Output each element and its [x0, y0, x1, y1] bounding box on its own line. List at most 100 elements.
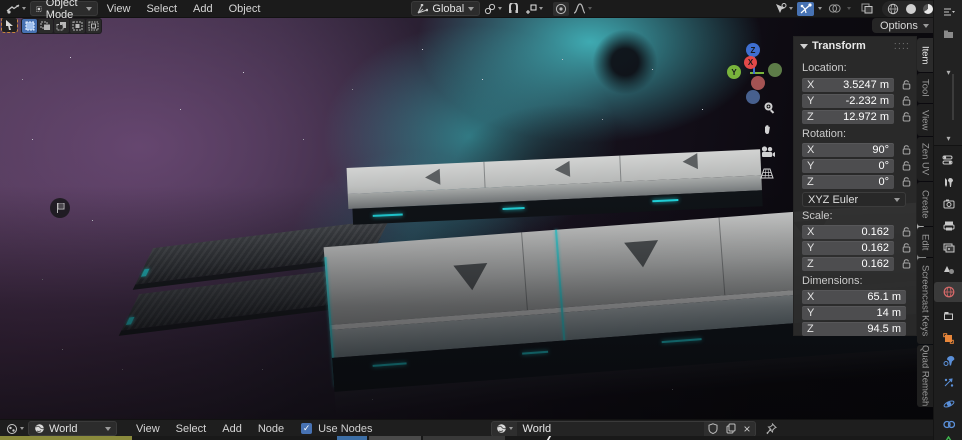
object-visibility-dropdown[interactable] — [772, 2, 795, 16]
shader-editor-type-button[interactable] — [4, 422, 26, 436]
gizmo-x-neg-ball[interactable] — [751, 76, 765, 90]
tab-tool[interactable]: Tool — [917, 73, 933, 103]
outliner-filter-dropdown[interactable] — [934, 2, 962, 22]
rotation-mode-dropdown[interactable]: XYZ Euler — [802, 192, 906, 207]
select-mode-subtract[interactable] — [54, 19, 69, 33]
tab-zen-uv[interactable]: Zen UV — [917, 137, 933, 181]
collapse-chevron-icon[interactable] — [800, 43, 808, 49]
camera-view-button[interactable] — [758, 143, 776, 161]
overlays-dropdown[interactable] — [845, 2, 853, 16]
properties-tab-object-icon[interactable] — [934, 328, 962, 348]
dimensions-z-field[interactable]: Z94.5 m — [802, 322, 906, 336]
shader-menu-view[interactable]: View — [129, 422, 167, 436]
dimensions-x-field[interactable]: X65.1 m — [802, 290, 906, 304]
active-tool-tweak[interactable] — [2, 18, 17, 32]
show-gizmo-toggle[interactable] — [797, 2, 814, 16]
outliner-expand-arrow[interactable]: ▾ — [934, 62, 962, 82]
rotation-y-field[interactable]: Y0° — [802, 159, 894, 173]
select-mode-intersect[interactable] — [86, 19, 101, 33]
menu-add[interactable]: Add — [186, 2, 220, 16]
pan-hand-button[interactable] — [759, 120, 777, 138]
shader-menu-node[interactable]: Node — [251, 422, 291, 436]
select-mode-extend[interactable] — [38, 19, 53, 33]
shader-menu-add[interactable]: Add — [215, 422, 249, 436]
gizmo-y-neg-ball[interactable] — [768, 63, 782, 77]
lock-icon[interactable] — [902, 112, 911, 122]
pin-icon[interactable] — [764, 422, 779, 436]
ortho-grid-button[interactable] — [758, 164, 776, 182]
shader-menu-select[interactable]: Select — [169, 422, 214, 436]
scale-z-field[interactable]: Z0.162 — [802, 257, 894, 271]
mode-dropdown[interactable]: Object Mode — [30, 1, 98, 16]
rotation-x-field[interactable]: X90° — [802, 143, 894, 157]
properties-tab-physics-icon[interactable] — [934, 394, 962, 414]
properties-tab-data-icon[interactable] — [934, 430, 962, 440]
scale-x-field[interactable]: X0.162 — [802, 225, 894, 239]
tab-view[interactable]: View — [917, 104, 933, 136]
lock-icon[interactable] — [902, 227, 911, 237]
use-nodes-checkbox[interactable]: ✓ — [301, 423, 312, 434]
tab-quad-remesh[interactable]: Quad Remesh — [917, 345, 933, 407]
properties-tab-world-icon[interactable] — [934, 282, 962, 302]
proportional-editing-icon[interactable] — [553, 2, 569, 16]
menu-object[interactable]: Object — [222, 2, 268, 16]
lock-icon[interactable] — [902, 80, 911, 90]
outliner-collection-icon[interactable] — [934, 24, 962, 44]
shading-solid-button[interactable] — [904, 2, 918, 16]
properties-tab-scene-icon[interactable] — [934, 260, 962, 280]
tab-screencast-keys[interactable]: Screencast Keys — [917, 258, 933, 344]
zoom-button[interactable] — [760, 98, 778, 116]
location-x-field[interactable]: X3.5247 m — [802, 78, 894, 92]
rotation-z-field[interactable]: Z0° — [802, 175, 894, 189]
unlink-button[interactable]: × — [740, 422, 755, 436]
menu-view[interactable]: View — [100, 2, 138, 16]
transform-orientation-dropdown[interactable]: Global — [411, 1, 480, 16]
lock-icon[interactable] — [902, 145, 911, 155]
properties-editor-type-dropdown[interactable] — [934, 150, 962, 170]
lock-icon[interactable] — [902, 243, 911, 253]
properties-tab-output-icon[interactable] — [934, 216, 962, 236]
properties-tab-modifiers-icon[interactable] — [934, 350, 962, 370]
gizmo-dropdown[interactable] — [816, 2, 824, 16]
lock-icon[interactable] — [902, 96, 911, 106]
dimensions-y-field[interactable]: Y14 m — [802, 306, 906, 320]
lock-icon[interactable] — [902, 161, 911, 171]
select-mode-new[interactable] — [22, 19, 37, 33]
new-datablock-button[interactable] — [722, 422, 740, 436]
editor-type-button[interactable] — [4, 2, 28, 16]
properties-tab-render-icon[interactable] — [934, 194, 962, 214]
gizmo-x-ball[interactable]: X — [744, 56, 757, 69]
shading-wireframe-button[interactable] — [885, 2, 901, 16]
panel-drag-dots[interactable]: :::: — [894, 40, 910, 52]
properties-tab-particles-icon[interactable] — [934, 372, 962, 392]
properties-tab-viewlayer-icon[interactable] — [934, 238, 962, 258]
fake-user-shield-button[interactable] — [704, 422, 722, 436]
world-name-field[interactable]: World — [517, 422, 704, 436]
scale-y-field[interactable]: Y0.162 — [802, 241, 894, 255]
select-mode-invert[interactable] — [70, 19, 85, 33]
tab-item[interactable]: Item — [917, 38, 933, 72]
xray-toggle[interactable] — [859, 2, 875, 16]
properties-tab-collection-icon[interactable] — [934, 306, 962, 326]
snap-magnet-icon[interactable] — [506, 2, 521, 16]
gizmo-z-ball[interactable]: Z — [746, 43, 760, 57]
tab-create[interactable]: Create — [917, 182, 933, 226]
shader-type-dropdown[interactable]: World — [28, 421, 117, 436]
proportional-falloff-dropdown[interactable] — [571, 2, 594, 16]
browse-world-button[interactable] — [492, 422, 517, 436]
lock-icon[interactable] — [902, 259, 911, 269]
options-dropdown[interactable]: Options — [872, 18, 937, 33]
lock-icon[interactable] — [902, 177, 911, 187]
axis-gizmo[interactable]: Z X Y — [715, 35, 795, 125]
gizmo-z-neg-ball[interactable] — [746, 90, 760, 104]
outliner-scrollbar[interactable] — [952, 74, 954, 120]
location-z-field[interactable]: Z12.972 m — [802, 110, 894, 124]
gizmo-y-ball[interactable]: Y — [727, 65, 741, 79]
location-y-field[interactable]: Y-2.232 m — [802, 94, 894, 108]
properties-tab-tool-icon[interactable] — [934, 172, 962, 192]
show-overlays-toggle[interactable] — [826, 2, 843, 16]
pivot-point-dropdown[interactable] — [482, 2, 504, 16]
tab-edit[interactable]: Edit — [917, 227, 933, 257]
snap-target-dropdown[interactable] — [523, 2, 545, 16]
menu-select[interactable]: Select — [139, 2, 184, 16]
